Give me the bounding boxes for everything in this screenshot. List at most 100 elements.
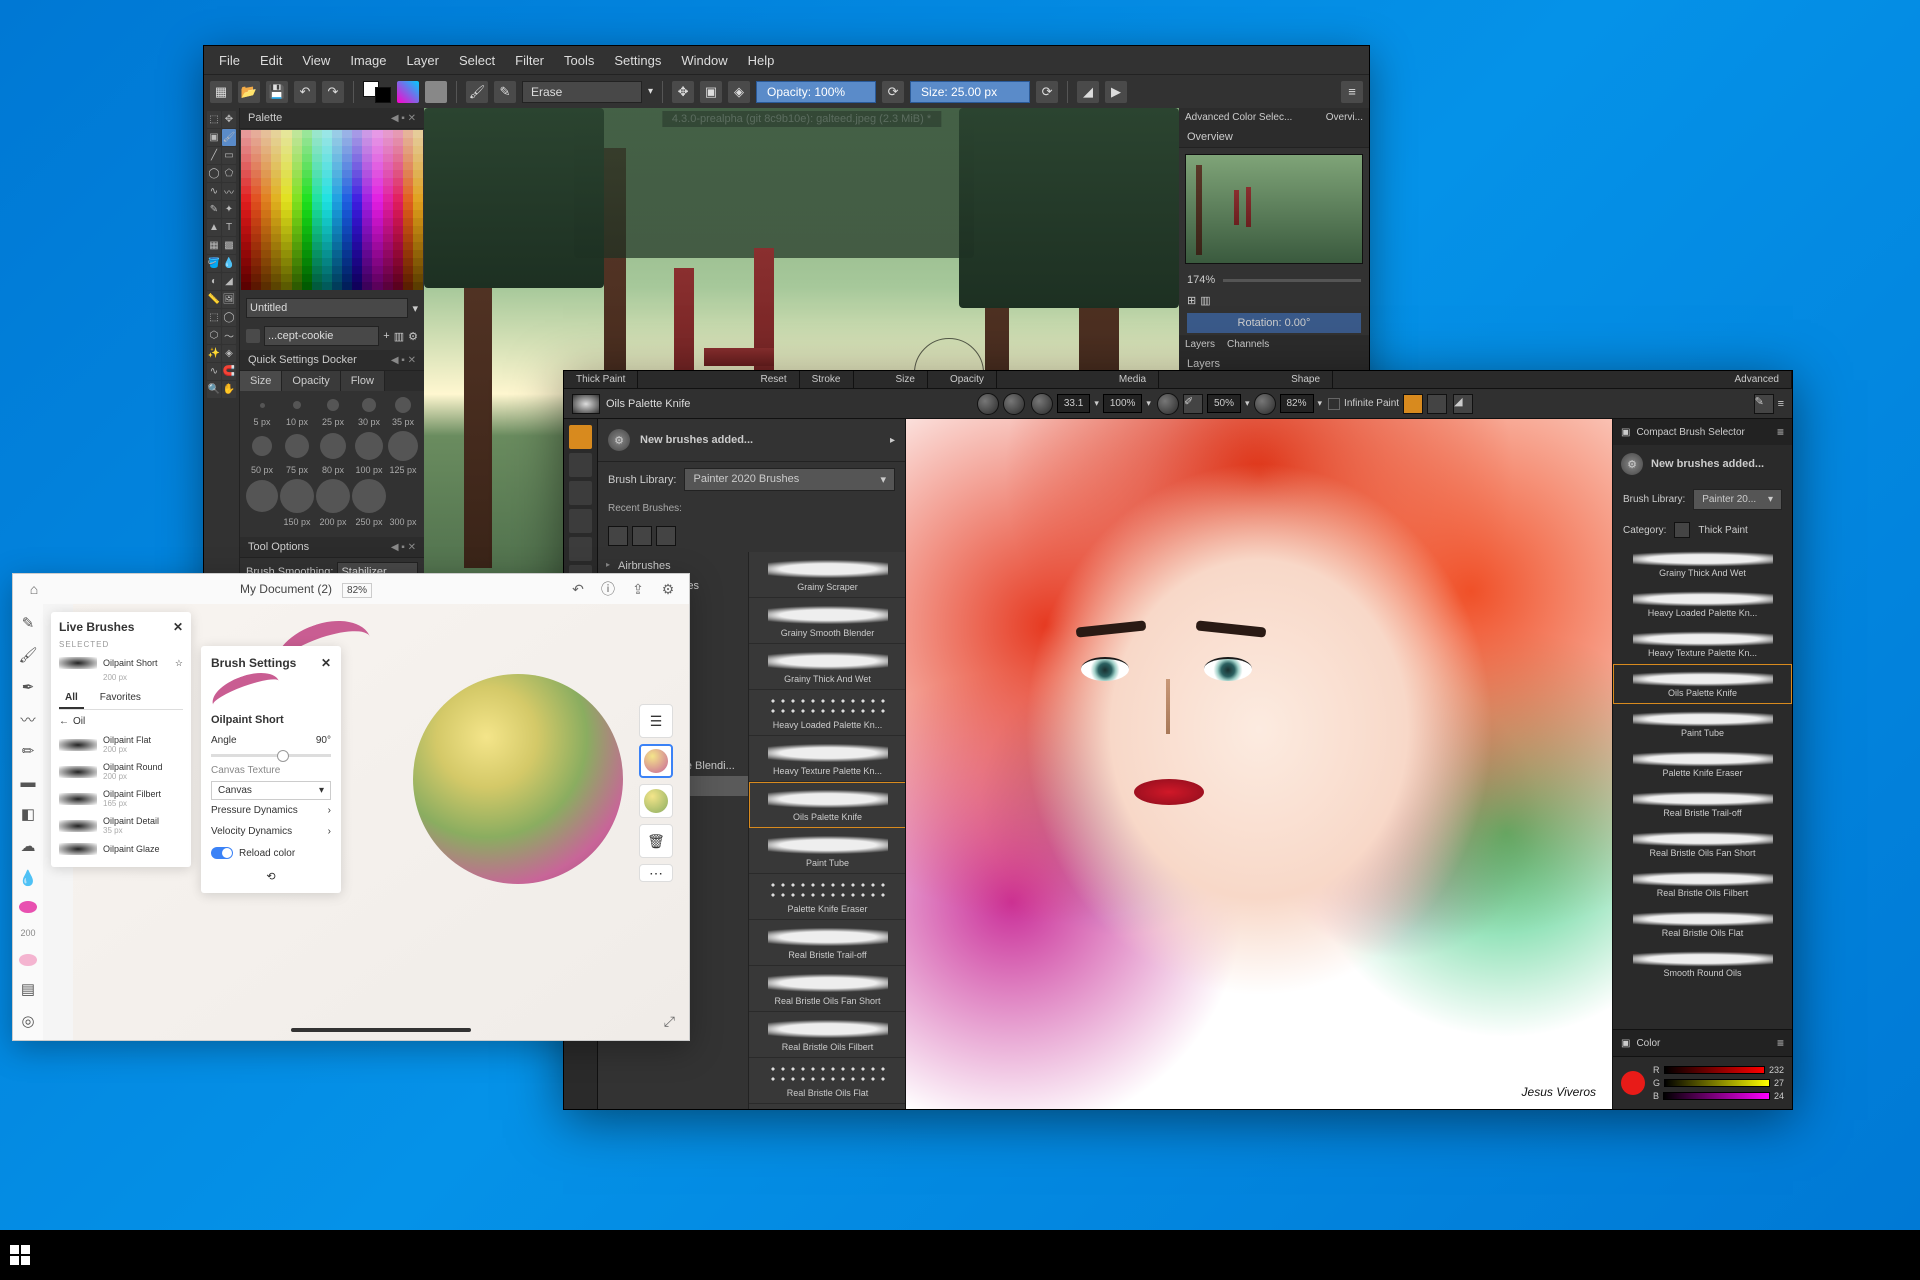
add-icon[interactable]: ⋯	[639, 864, 673, 882]
palette-swatch[interactable]	[241, 274, 251, 282]
palette-swatch[interactable]	[271, 138, 281, 146]
palette-swatch[interactable]	[403, 250, 413, 258]
palette-swatch[interactable]	[403, 234, 413, 242]
tool-brush[interactable]: 🖌	[19, 646, 37, 664]
palette-swatch[interactable]	[372, 282, 382, 290]
palette-swatch[interactable]	[251, 146, 261, 154]
palette-swatch[interactable]	[403, 146, 413, 154]
size-preset[interactable]	[260, 403, 265, 408]
palette-swatch[interactable]	[352, 266, 362, 274]
palette-swatch[interactable]	[302, 138, 312, 146]
tool-line[interactable]: ╱	[207, 147, 221, 164]
tool-dyna[interactable]: ✎	[207, 201, 221, 218]
palette-swatch[interactable]	[241, 218, 251, 226]
palette-swatch[interactable]	[362, 250, 372, 258]
palette-swatch[interactable]	[403, 258, 413, 266]
menu-help[interactable]: Help	[739, 50, 784, 71]
menu-settings[interactable]: Settings	[605, 50, 670, 71]
gear-icon[interactable]: ⚙	[608, 429, 630, 451]
op1[interactable]: 50%	[1207, 394, 1241, 413]
brush-variant[interactable]: Smooth Round Oils	[749, 1104, 905, 1109]
tool-fill[interactable]: ▬	[19, 774, 37, 791]
palette-swatch[interactable]	[413, 170, 423, 178]
palette-swatch[interactable]	[261, 234, 271, 242]
texture-select[interactable]: Canvas▾	[211, 781, 331, 800]
palette-swatch[interactable]	[362, 234, 372, 242]
palette-swatch[interactable]	[271, 282, 281, 290]
palette-swatch[interactable]	[362, 242, 372, 250]
palette-swatch[interactable]	[393, 266, 403, 274]
palette-swatch[interactable]	[292, 146, 302, 154]
palette-swatch[interactable]	[393, 178, 403, 186]
palette-swatch[interactable]	[342, 202, 352, 210]
brush-library-select[interactable]: Painter 2020 Brushes▾	[684, 468, 895, 491]
opacity-knob[interactable]	[1157, 393, 1179, 415]
palette-swatch[interactable]	[281, 170, 291, 178]
brush-variant[interactable]: Oils Palette Knife	[749, 782, 905, 828]
palette-swatch[interactable]	[342, 218, 352, 226]
palette-swatch[interactable]	[413, 130, 423, 138]
tool-pen[interactable]: ✎	[19, 614, 37, 632]
palette-swatch[interactable]	[372, 234, 382, 242]
palette-swatch[interactable]	[362, 130, 372, 138]
palette-swatch[interactable]	[362, 178, 372, 186]
nav-icon[interactable]: ⊞	[1187, 294, 1196, 307]
palette-swatch[interactable]	[362, 274, 372, 282]
palette-swatch[interactable]	[271, 218, 281, 226]
palette-swatch[interactable]	[302, 186, 312, 194]
palette-swatch[interactable]	[393, 202, 403, 210]
palette-swatch[interactable]	[403, 266, 413, 274]
palette-swatch[interactable]	[393, 146, 403, 154]
palette-swatch[interactable]	[332, 146, 342, 154]
op2[interactable]: 82%	[1280, 394, 1314, 413]
palette-swatch[interactable]	[352, 226, 362, 234]
share-icon[interactable]: ⇪	[629, 580, 647, 598]
tool-gradient[interactable]: ▦	[207, 237, 221, 254]
tool-zoom[interactable]: 🔍	[207, 381, 221, 398]
tool-4[interactable]	[569, 509, 592, 533]
palette-swatch[interactable]	[372, 274, 382, 282]
palette-swatch[interactable]	[322, 130, 332, 138]
palette-swatch[interactable]	[342, 178, 352, 186]
palette-swatch[interactable]	[342, 226, 352, 234]
palette-swatch[interactable]	[332, 266, 342, 274]
opacity-lock-icon[interactable]: ⟳	[882, 81, 904, 103]
palette-swatch[interactable]	[413, 274, 423, 282]
palette-swatch[interactable]	[332, 282, 342, 290]
palette-swatch[interactable]	[261, 210, 271, 218]
palette-swatch[interactable]	[332, 162, 342, 170]
compact-brush[interactable]: Palette Knife Eraser	[1613, 744, 1792, 784]
opacity-knob-2[interactable]	[1254, 393, 1276, 415]
palette-swatch[interactable]	[332, 170, 342, 178]
tool-fill[interactable]: 🪣	[207, 255, 221, 272]
palette-swatch[interactable]	[403, 130, 413, 138]
palette-swatch[interactable]	[403, 138, 413, 146]
palette-swatch[interactable]	[332, 186, 342, 194]
palette-swatch[interactable]	[312, 218, 322, 226]
palette-swatch[interactable]	[362, 146, 372, 154]
zoom-pct[interactable]: 82%	[342, 583, 372, 598]
palette-swatch[interactable]	[403, 274, 413, 282]
menu-icon[interactable]: ≡	[1777, 1036, 1784, 1050]
palette-swatch[interactable]	[302, 274, 312, 282]
tool-smart-fill[interactable]: ◐	[207, 273, 221, 290]
palette-swatch[interactable]	[261, 162, 271, 170]
palette-swatch[interactable]	[352, 178, 362, 186]
palette-swatch[interactable]	[372, 226, 382, 234]
palette-swatch[interactable]	[322, 282, 332, 290]
menu-layer[interactable]: Layer	[397, 50, 448, 71]
compact-brush[interactable]: Grainy Thick And Wet	[1613, 544, 1792, 584]
palette-swatch[interactable]	[393, 186, 403, 194]
size-preset[interactable]	[280, 479, 314, 513]
palette-swatch[interactable]	[322, 186, 332, 194]
menu-file[interactable]: File	[210, 50, 249, 71]
palette-swatch[interactable]	[403, 202, 413, 210]
palette-swatch[interactable]	[352, 250, 362, 258]
r-slider[interactable]	[1664, 1066, 1765, 1074]
palette-swatch[interactable]	[393, 194, 403, 202]
palette-swatch[interactable]	[261, 226, 271, 234]
palette-swatch[interactable]	[413, 146, 423, 154]
palette-swatch[interactable]	[271, 242, 281, 250]
palette-swatch[interactable]	[403, 178, 413, 186]
tool-freehand-path[interactable]: 〰	[222, 183, 236, 200]
